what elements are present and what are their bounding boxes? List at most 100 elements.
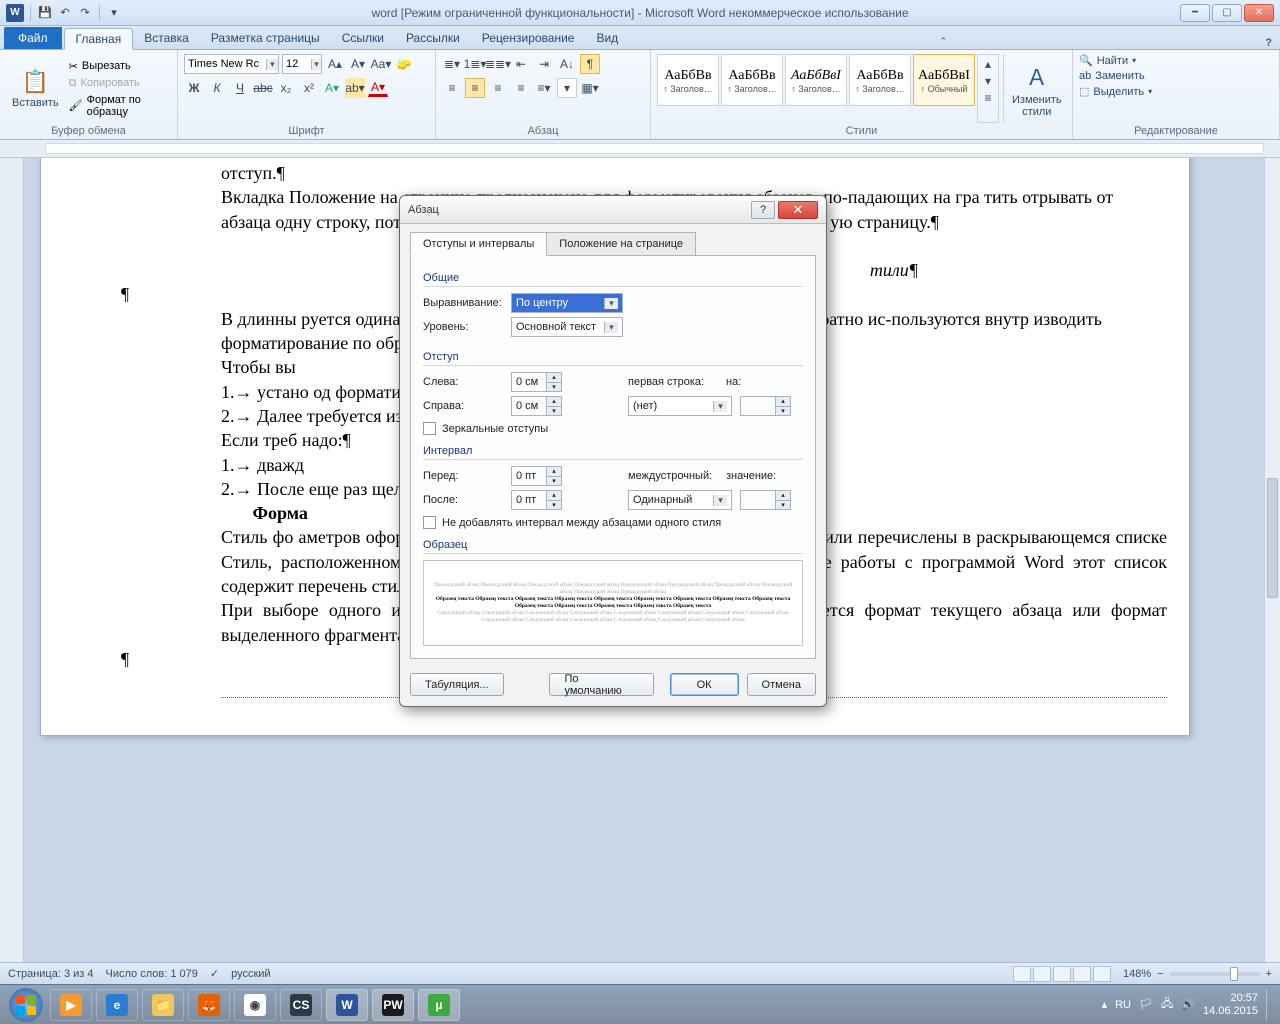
firstline-combo[interactable]: (нет)▾ <box>628 396 732 416</box>
save-icon[interactable]: 💾 <box>37 5 53 21</box>
vertical-scrollbar[interactable] <box>1264 158 1280 962</box>
spinner-up-icon[interactable]: ▴ <box>547 467 561 476</box>
style-heading3[interactable]: АаБбВвІ↑ Заголов… <box>785 54 847 106</box>
outdent-icon[interactable]: ⇤ <box>511 54 531 74</box>
italic-button[interactable]: К <box>207 78 227 98</box>
spinner-up-icon[interactable]: ▴ <box>547 397 561 406</box>
cancel-button[interactable]: Отмена <box>747 673 816 696</box>
zoom-value[interactable]: 148% <box>1123 968 1151 980</box>
underline-button[interactable]: Ч <box>230 78 250 98</box>
text-effects-icon[interactable]: A▾ <box>322 78 342 98</box>
taskbar-firefox[interactable]: 🦊 <box>188 989 230 1021</box>
qat-customize-icon[interactable]: ▾ <box>106 5 122 21</box>
font-size-combo[interactable]: ▾ <box>282 54 322 74</box>
align-left-icon[interactable]: ≡ <box>442 78 462 98</box>
scrollbar-thumb[interactable] <box>1267 478 1278 598</box>
status-words[interactable]: Число слов: 1 079 <box>106 968 198 980</box>
vertical-ruler[interactable] <box>0 158 24 962</box>
zoom-slider[interactable] <box>1170 972 1260 976</box>
taskbar-app-pw[interactable]: PW <box>372 989 414 1021</box>
cut-button[interactable]: ✂Вырезать <box>69 60 171 73</box>
style-normal[interactable]: АаБбВвІ↑ Обычный <box>913 54 975 106</box>
spinner-down-icon[interactable]: ▾ <box>547 382 561 391</box>
taskbar-utorrent[interactable]: µ <box>418 989 460 1021</box>
alignment-combo[interactable]: По центру▾ <box>511 293 623 313</box>
tray-arrow-icon[interactable]: ▴ <box>1102 998 1108 1011</box>
spinner-down-icon[interactable]: ▾ <box>547 476 561 485</box>
chevron-down-icon[interactable]: ▾ <box>604 298 618 309</box>
style-heading1[interactable]: АаБбВв↑ Заголов… <box>657 54 719 106</box>
tab-references[interactable]: Ссылки <box>331 27 395 49</box>
ok-button[interactable]: ОК <box>670 673 739 696</box>
outline-level-combo[interactable]: Основной текст▾ <box>511 317 623 337</box>
default-button[interactable]: По умолчанию <box>549 673 653 696</box>
borders-icon[interactable]: ▦▾ <box>580 78 600 98</box>
dialog-close-button[interactable]: ✕ <box>778 201 818 219</box>
minimize-ribbon-icon[interactable]: ˆ <box>941 37 945 49</box>
find-button[interactable]: 🔍Найти▾ <box>1079 54 1152 67</box>
paste-button[interactable]: 📋 Вставить <box>6 54 65 123</box>
indent-left-spinner[interactable]: 0 см▴▾ <box>511 372 562 392</box>
zoom-in-icon[interactable]: + <box>1266 968 1272 980</box>
taskbar-chrome[interactable]: ◉ <box>234 989 276 1021</box>
zoom-thumb[interactable] <box>1230 967 1238 981</box>
undo-icon[interactable]: ↶ <box>57 5 73 21</box>
chevron-down-icon[interactable]: ▾ <box>604 322 618 333</box>
indent-right-spinner[interactable]: 0 см▴▾ <box>511 396 562 416</box>
spinner-down-icon[interactable]: ▾ <box>776 500 790 509</box>
show-marks-icon[interactable]: ¶ <box>580 54 600 74</box>
tab-view[interactable]: Вид <box>585 27 629 49</box>
multilevel-icon[interactable]: ≣≣▾ <box>488 54 508 74</box>
styles-down-icon[interactable]: ▾ <box>978 72 998 89</box>
format-painter-button[interactable]: 🖌Формат по образцу <box>69 94 171 118</box>
mirror-indents-checkbox[interactable]: Зеркальные отступы <box>423 422 803 435</box>
close-button[interactable]: ✕ <box>1244 4 1274 22</box>
grow-font-icon[interactable]: A▴ <box>325 54 345 74</box>
clear-format-icon[interactable]: 🧽 <box>394 54 414 74</box>
view-draft[interactable] <box>1093 966 1111 982</box>
font-color-icon[interactable]: A▾ <box>368 80 388 97</box>
file-tab[interactable]: Файл <box>4 27 62 49</box>
align-right-icon[interactable]: ≡ <box>488 78 508 98</box>
linespacing-combo[interactable]: Одинарный▾ <box>628 490 732 510</box>
align-center-icon[interactable]: ≡ <box>465 78 485 98</box>
change-case-icon[interactable]: Aa▾ <box>371 54 391 74</box>
spinner-down-icon[interactable]: ▾ <box>547 406 561 415</box>
superscript-button[interactable]: x² <box>299 78 319 98</box>
spinner-down-icon[interactable]: ▾ <box>776 406 790 415</box>
chevron-down-icon[interactable]: ▾ <box>713 401 727 412</box>
style-heading2[interactable]: АаБбВв↑ Заголов… <box>721 54 783 106</box>
taskbar-explorer[interactable]: 📁 <box>142 989 184 1021</box>
chevron-down-icon[interactable]: ▾ <box>266 59 278 70</box>
tray-language[interactable]: RU <box>1115 999 1131 1011</box>
spinner-up-icon[interactable]: ▴ <box>547 491 561 500</box>
dialog-title-bar[interactable]: Абзац ? ✕ <box>400 196 826 224</box>
no-space-same-style-checkbox[interactable]: Не добавлять интервал между абзацами одн… <box>423 516 803 529</box>
numbering-icon[interactable]: 1≣▾ <box>465 54 485 74</box>
tab-mailings[interactable]: Рассылки <box>395 27 471 49</box>
help-icon[interactable]: ? <box>1265 37 1272 49</box>
sort-icon[interactable]: A↓ <box>557 54 577 74</box>
bold-button[interactable]: Ж <box>184 78 204 98</box>
dialog-tab-pageposition[interactable]: Положение на странице <box>547 232 696 256</box>
status-page[interactable]: Страница: 3 из 4 <box>8 968 94 980</box>
change-styles-button[interactable]: Ａ Изменить стили <box>1003 54 1068 123</box>
tray-volume-icon[interactable]: 🔊 <box>1181 998 1195 1011</box>
indent-icon[interactable]: ⇥ <box>534 54 554 74</box>
tray-clock[interactable]: 20:57 14.06.2015 <box>1203 992 1258 1016</box>
copy-button[interactable]: ⧉Копировать <box>69 77 171 90</box>
by-spinner[interactable]: ▴▾ <box>740 396 791 416</box>
zoom-out-icon[interactable]: − <box>1157 968 1163 980</box>
taskbar-ie[interactable]: e <box>96 989 138 1021</box>
line-spacing-icon[interactable]: ≡▾ <box>534 78 554 98</box>
status-language[interactable]: русский <box>231 968 270 980</box>
status-spellcheck-icon[interactable]: ✓ <box>210 967 219 980</box>
font-name-combo[interactable]: ▾ <box>184 54 279 74</box>
view-print-layout[interactable] <box>1013 966 1031 982</box>
tab-layout[interactable]: Разметка страницы <box>200 27 331 49</box>
tray-flag-icon[interactable]: 🏳 <box>1139 998 1153 1011</box>
chevron-down-icon[interactable]: ▾ <box>311 59 321 70</box>
view-fullscreen[interactable] <box>1033 966 1051 982</box>
space-before-spinner[interactable]: 0 пт▴▾ <box>511 466 562 486</box>
taskbar-word[interactable]: W <box>326 989 368 1021</box>
